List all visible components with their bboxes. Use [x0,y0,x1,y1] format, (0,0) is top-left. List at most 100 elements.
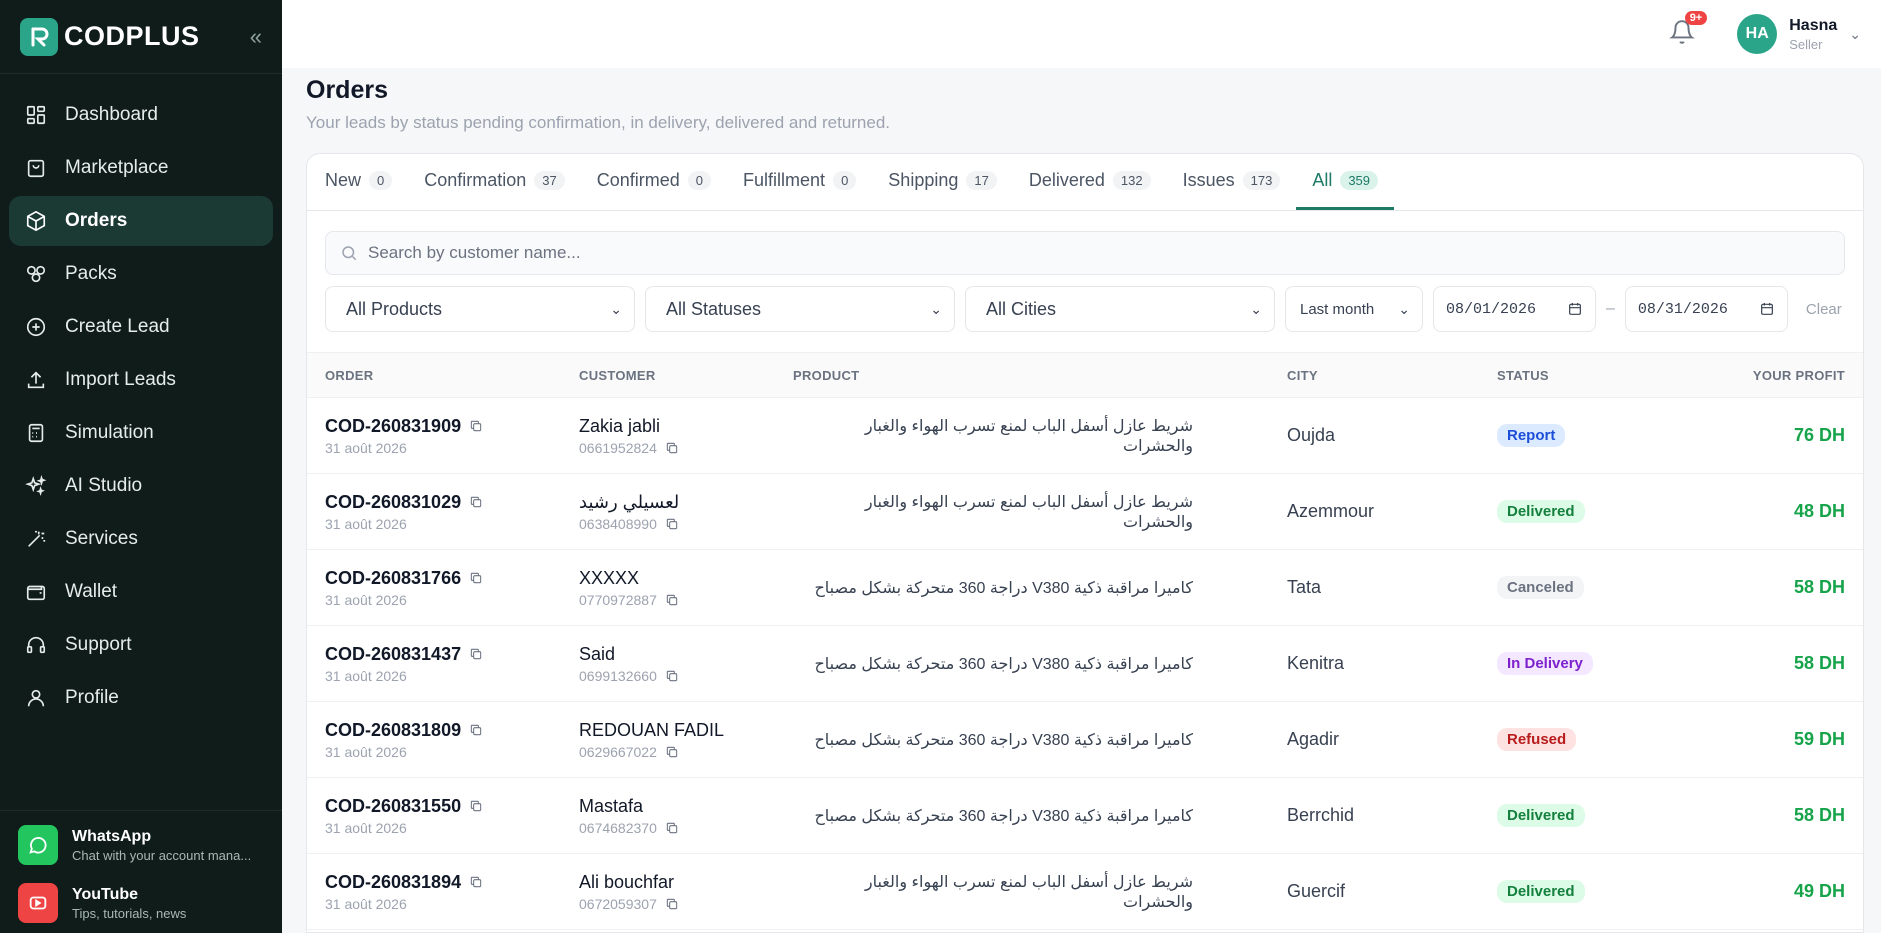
copy-icon[interactable] [469,647,483,661]
copy-icon[interactable] [665,593,679,607]
copy-icon[interactable] [469,875,483,889]
table-header: ORDER CUSTOMER PRODUCT CITY STATUS YOUR … [307,352,1863,398]
copy-icon[interactable] [469,419,483,433]
city-cell: Agadir [1287,729,1497,750]
tab-delivered[interactable]: Delivered 132 [1028,154,1167,210]
tab-issues[interactable]: Issues 173 [1182,154,1297,210]
order-id[interactable]: COD-260831809 [325,720,461,741]
sidebar-item-label: Profile [65,687,119,708]
sidebar-item-orders[interactable]: Orders [9,196,273,246]
sidebar-item-marketplace[interactable]: Marketplace [9,143,273,193]
city-name: Guercif [1287,881,1346,901]
tab-new[interactable]: New 0 [325,154,408,210]
sidebar-item-create-lead[interactable]: Create Lead [9,302,273,352]
tab-label: All [1312,169,1333,190]
sidebar-item-label: AI Studio [65,475,143,496]
sidebar-item-profile[interactable]: Profile [9,673,273,723]
copy-icon[interactable] [469,495,483,509]
copy-icon[interactable] [665,897,679,911]
tab-label: Issues [1182,169,1235,190]
city-cell: Kenitra [1287,653,1497,674]
products-select[interactable]: All Products ⌄ [325,286,635,332]
product-name: كاميرا مراقبة ذكية V380 دراجة 360 متحركة… [814,655,1193,673]
customer-cell: REDOUAN FADIL 0629667022 [579,720,793,760]
copy-icon[interactable] [665,745,679,759]
order-id[interactable]: COD-260831550 [325,796,461,817]
order-id[interactable]: COD-260831766 [325,568,461,589]
tab-fulfillment[interactable]: Fulfillment 0 [743,154,872,210]
promo-subtitle: Tips, tutorials, news [72,905,187,921]
sidebar-item-services[interactable]: Services [9,514,273,564]
collapse-sidebar-icon[interactable]: « [250,24,262,50]
date-from-value: 08/01/2026 [1446,300,1537,318]
tab-label: Delivered [1028,169,1105,190]
profit-value: 49 DH [1793,881,1845,901]
table-row[interactable]: COD-260831909 31 août 2026 Zakia jabli 0… [307,398,1863,474]
copy-icon[interactable] [665,821,679,835]
notifications-button[interactable]: 9+ [1669,10,1708,50]
product-cell: كاميرا مراقبة ذكية V380 دراجة 360 متحركة… [793,806,1287,826]
order-id[interactable]: COD-260831029 [325,492,461,513]
city-cell: Guercif [1287,881,1497,902]
youtube-link[interactable]: YouTube Tips, tutorials, news [18,883,264,923]
product-name: كاميرا مراقبة ذكية V380 دراجة 360 متحركة… [814,807,1193,825]
table-row[interactable]: COD-260831766 31 août 2026 XXXXX 0770972… [307,550,1863,626]
table-row[interactable]: COD-260831550 31 août 2026 Mastafa 06746… [307,778,1863,854]
copy-icon[interactable] [469,799,483,813]
shopping-bag-icon [25,157,47,179]
order-id[interactable]: COD-260831894 [325,872,461,893]
customer-cell: Zakia jabli 0661952824 [579,416,793,456]
brand: CODPLUS « [0,0,282,74]
header-city: CITY [1287,367,1318,383]
status-badge: Canceled [1497,576,1584,599]
table-row[interactable]: COD-260831809 31 août 2026 REDOUAN FADIL… [307,702,1863,778]
table-row[interactable]: COD-260831437 31 août 2026 Said 06991326… [307,626,1863,702]
tab-confirmation[interactable]: Confirmation 37 [424,154,581,210]
user-menu[interactable]: HA Hasna Seller ⌄ [1737,14,1861,54]
tab-confirmed[interactable]: Confirmed 0 [596,154,727,210]
product-name: كاميرا مراقبة ذكية V380 دراجة 360 متحركة… [814,731,1193,749]
tab-all[interactable]: All 359 [1296,154,1395,210]
sidebar-item-packs[interactable]: Packs [9,249,273,299]
page-subtitle: Your leads by status pending confirmatio… [306,113,891,132]
sidebar-item-ai-studio[interactable]: AI Studio [9,461,273,511]
copy-icon[interactable] [665,517,679,531]
city-cell: Azemmour [1287,501,1497,522]
copy-icon[interactable] [665,669,679,683]
copy-icon[interactable] [469,723,483,737]
search-icon [342,246,357,261]
search-input[interactable] [368,243,1768,263]
order-id[interactable]: COD-260831437 [325,644,461,665]
promo-title: YouTube [72,885,139,903]
order-id[interactable]: COD-260831909 [325,416,461,437]
statuses-select[interactable]: All Statuses ⌄ [645,286,955,332]
customer-name: Said [579,643,616,664]
period-select[interactable]: Last month ⌄ [1285,286,1423,332]
table-row[interactable]: COD-260831894 31 août 2026 Ali bouchfar … [307,854,1863,930]
tab-shipping[interactable]: Shipping 17 [888,154,1013,210]
copy-icon[interactable] [469,571,483,585]
tab-label: Confirmed [596,169,680,190]
date-from-input[interactable]: 08/01/2026 [1433,286,1596,332]
table-body: COD-260831909 31 août 2026 Zakia jabli 0… [307,398,1863,930]
sidebar-item-simulation[interactable]: Simulation [9,408,273,458]
sidebar-item-label: Dashboard [65,104,158,125]
city-cell: Oujda [1287,425,1497,446]
order-date: 31 août 2026 [325,895,407,912]
whatsapp-link[interactable]: WhatsApp Chat with your account mana... [18,825,264,865]
date-to-input[interactable]: 08/31/2026 [1624,286,1788,332]
sidebar-item-import-leads[interactable]: Import Leads [9,355,273,405]
sidebar-item-support[interactable]: Support [9,620,273,670]
cities-select-value: All Cities [986,298,1057,319]
packs-icon [25,263,47,285]
status-cell: In Delivery [1497,652,1697,675]
period-select-value: Last month [1300,300,1375,318]
cities-select[interactable]: All Cities ⌄ [965,286,1275,332]
table-row[interactable]: COD-260831029 31 août 2026 لعسيلي رشيد 0… [307,474,1863,550]
sidebar-item-wallet[interactable]: Wallet [9,567,273,617]
sidebar-item-dashboard[interactable]: Dashboard [9,90,273,140]
copy-icon[interactable] [665,441,679,455]
order-cell: COD-260831894 31 août 2026 [325,872,579,912]
promo-subtitle: Chat with your account mana... [72,847,252,863]
clear-filters-button[interactable]: Clear [1806,301,1842,318]
